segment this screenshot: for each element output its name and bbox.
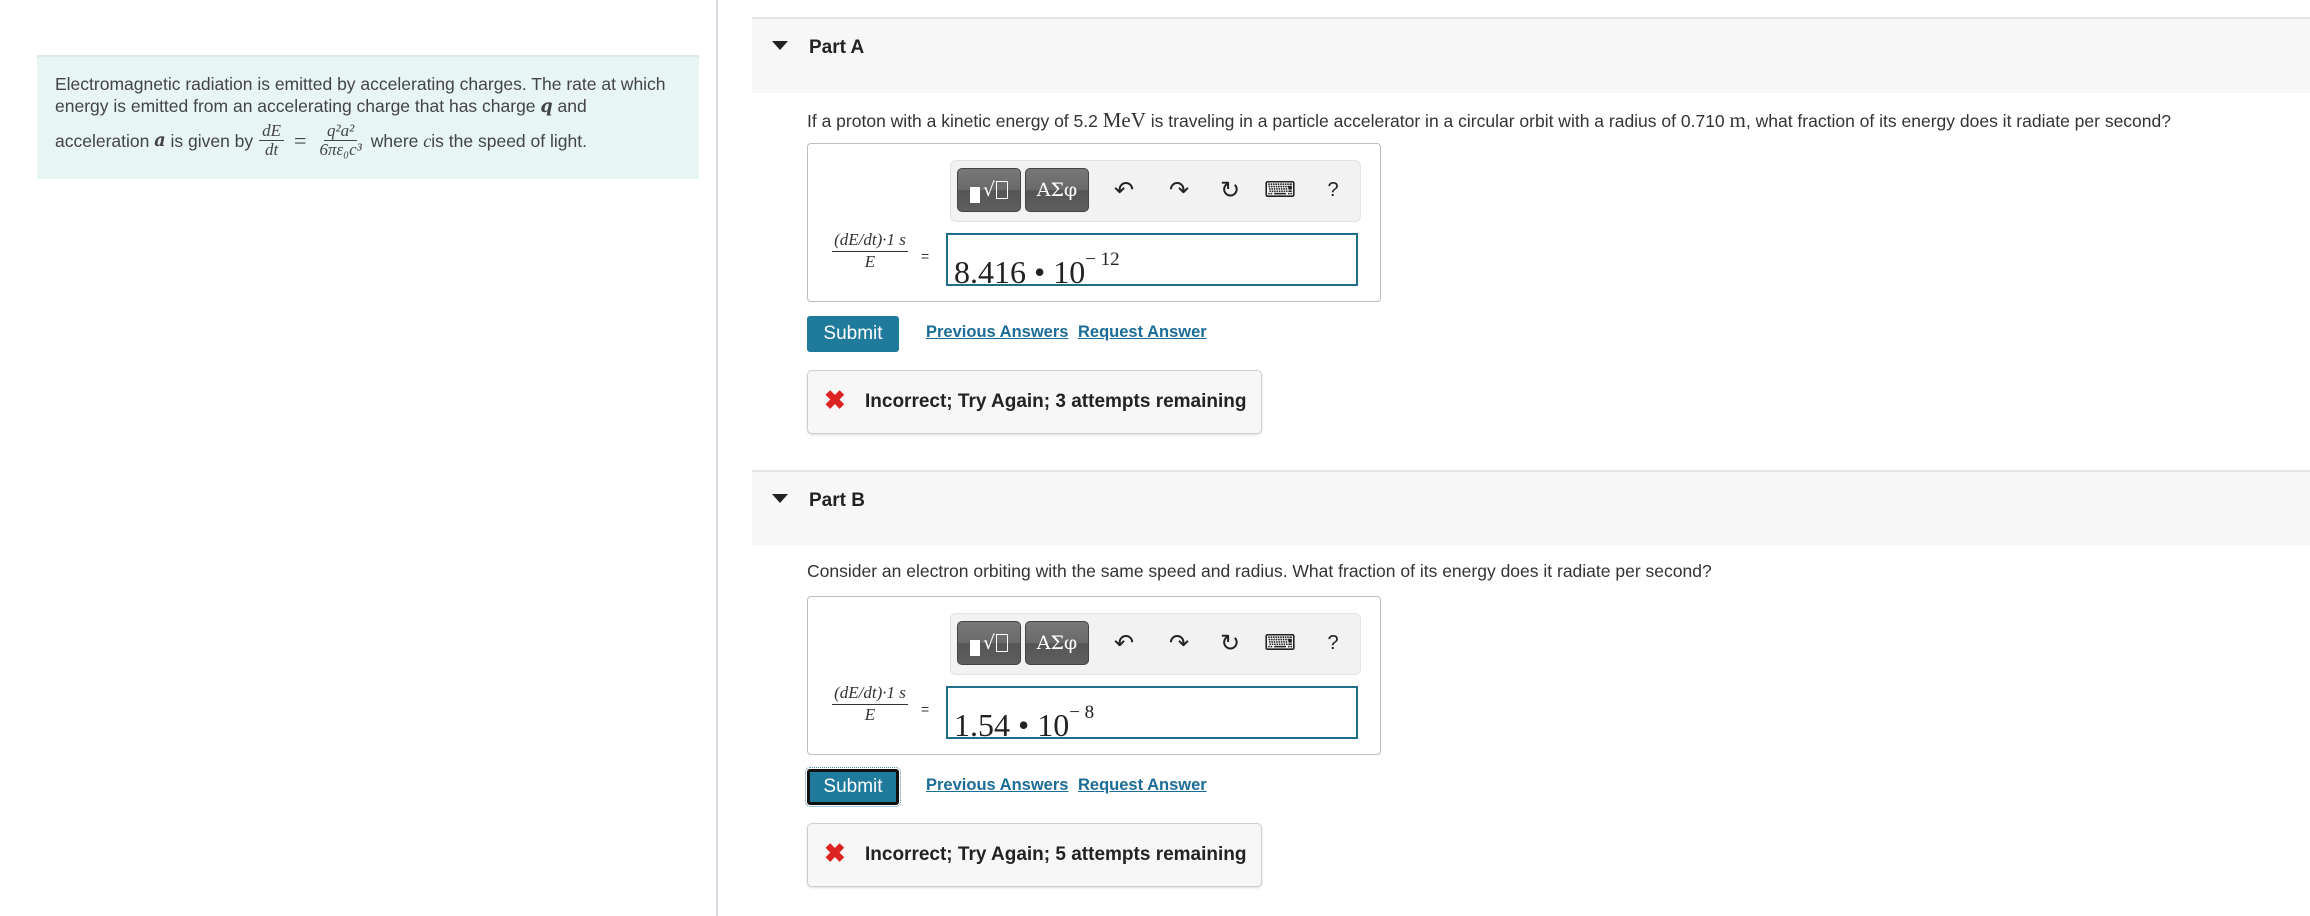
help-button[interactable]: ? <box>1318 628 1348 658</box>
error-x-icon: ✖ <box>824 838 846 868</box>
var-c: c <box>423 130 432 151</box>
eq-rhs-fraction: q²a² 6πε₀c³ <box>316 122 364 159</box>
intro-text: where <box>370 130 419 151</box>
eq-rhs-num: q²a² <box>324 122 358 141</box>
math-toolbar: √ ΑΣφ ↶ ↷ ↻ ⌨ ? <box>950 160 1361 222</box>
radical-icon: √ <box>982 632 996 654</box>
answer-label-den: E <box>864 705 876 724</box>
answer-label-fraction: (dE/dt)·1 s E <box>822 230 918 272</box>
intro-text: is the speed of light. <box>431 130 587 151</box>
previous-answers-link[interactable]: Previous Answers <box>926 323 1068 342</box>
intro-line-1: Electromagnetic radiation is emitted by … <box>55 74 666 94</box>
templates-button[interactable]: √ <box>957 621 1021 665</box>
template-box-icon <box>969 640 980 656</box>
part-b-header[interactable]: Part B <box>752 470 2310 546</box>
answer-label-num: (dE/dt)·1 s <box>832 683 908 705</box>
var-q: q <box>540 97 553 117</box>
answer-label-num: (dE/dt)·1 s <box>832 230 908 252</box>
submit-button[interactable]: Submit <box>807 316 899 352</box>
eq-rhs-den: 6πε₀c³ <box>319 140 362 159</box>
previous-answers-link[interactable]: Previous Answers <box>926 776 1068 795</box>
answer-label-fraction: (dE/dt)·1 s E <box>822 683 918 725</box>
eq-lhs-num: dE <box>259 122 285 141</box>
feedback-message: Incorrect; Try Again; 3 attempts remaini… <box>865 391 1247 412</box>
intro-line-2: energy is emitted from an accelerating c… <box>55 95 681 118</box>
column-divider <box>716 0 718 916</box>
templates-button[interactable]: √ <box>957 168 1021 212</box>
help-button[interactable]: ? <box>1318 175 1348 205</box>
redo-icon[interactable]: ↷ <box>1164 628 1194 658</box>
part-b-question: Consider an electron orbiting with the s… <box>807 561 1712 581</box>
part-a-answer-box: √ ΑΣφ ↶ ↷ ↻ ⌨ ? (dE/dt)·1 s E = 8.416 • … <box>807 143 1381 302</box>
answer-input[interactable]: 1.54 • 10− 8 <box>946 686 1358 743</box>
part-a-question: If a proton with a kinetic energy of 5.2… <box>807 108 2171 133</box>
answer-equals: = <box>921 701 930 717</box>
question-text: is traveling in a particle accelerator i… <box>1145 111 1730 131</box>
answer-exponent: − 12 <box>1085 249 1120 270</box>
reset-icon[interactable]: ↻ <box>1215 175 1245 205</box>
unit-m: m <box>1729 108 1746 132</box>
intro-text: acceleration <box>55 130 150 151</box>
radical-icon: √ <box>982 179 996 201</box>
template-box-icon <box>996 181 1009 199</box>
request-answer-link[interactable]: Request Answer <box>1078 776 1207 795</box>
answer-mantissa: 1.54 • 10 <box>954 707 1070 743</box>
undo-icon[interactable]: ↶ <box>1109 628 1139 658</box>
part-b-answer-box: √ ΑΣφ ↶ ↷ ↻ ⌨ ? (dE/dt)·1 s E = 1.54 • 1… <box>807 596 1381 755</box>
answer-exponent: − 8 <box>1069 702 1095 723</box>
intro-line-3: acceleration a is given by dE dt = q²a² … <box>55 122 681 159</box>
answer-input[interactable]: 8.416 • 10− 12 <box>946 233 1358 290</box>
symbols-button[interactable]: ΑΣφ <box>1025 621 1089 665</box>
collapse-arrow-icon[interactable] <box>772 41 788 50</box>
intro-panel: Electromagnetic radiation is emitted by … <box>37 55 699 179</box>
feedback-panel: ✖ Incorrect; Try Again; 3 attempts remai… <box>807 370 1262 434</box>
undo-icon[interactable]: ↶ <box>1109 175 1139 205</box>
intro-text: is given by <box>170 130 254 151</box>
intro-text: energy is emitted from an accelerating c… <box>55 96 541 116</box>
eq-lhs-den: dt <box>264 140 279 159</box>
feedback-panel: ✖ Incorrect; Try Again; 5 attempts remai… <box>807 823 1262 887</box>
redo-icon[interactable]: ↷ <box>1164 175 1194 205</box>
template-box-icon <box>969 187 980 203</box>
keyboard-icon[interactable]: ⌨ <box>1264 628 1296 658</box>
template-box-icon <box>996 634 1009 652</box>
eq-lhs-fraction: dE dt <box>259 122 285 159</box>
reset-icon[interactable]: ↻ <box>1215 628 1245 658</box>
answer-mantissa: 8.416 • 10 <box>954 254 1086 290</box>
part-a-title: Part A <box>809 37 865 58</box>
submit-button[interactable]: Submit <box>805 767 901 807</box>
error-x-icon: ✖ <box>824 385 846 415</box>
question-text: If a proton with a kinetic energy of 5.2 <box>807 111 1103 131</box>
intro-text: and <box>552 96 587 116</box>
collapse-arrow-icon[interactable] <box>772 494 788 503</box>
eq-sign: = <box>294 127 307 153</box>
request-answer-link[interactable]: Request Answer <box>1078 323 1207 342</box>
part-a-header[interactable]: Part A <box>752 17 2310 93</box>
keyboard-icon[interactable]: ⌨ <box>1264 175 1296 205</box>
unit-mev: MeV <box>1102 108 1146 132</box>
var-a: a <box>154 130 166 151</box>
question-text: , what fraction of its energy does it ra… <box>1745 111 2171 131</box>
answer-equals: = <box>921 248 930 264</box>
feedback-message: Incorrect; Try Again; 5 attempts remaini… <box>865 844 1247 865</box>
math-toolbar: √ ΑΣφ ↶ ↷ ↻ ⌨ ? <box>950 613 1361 675</box>
symbols-button[interactable]: ΑΣφ <box>1025 168 1089 212</box>
answer-label-den: E <box>864 252 876 271</box>
part-b-title: Part B <box>809 490 865 511</box>
